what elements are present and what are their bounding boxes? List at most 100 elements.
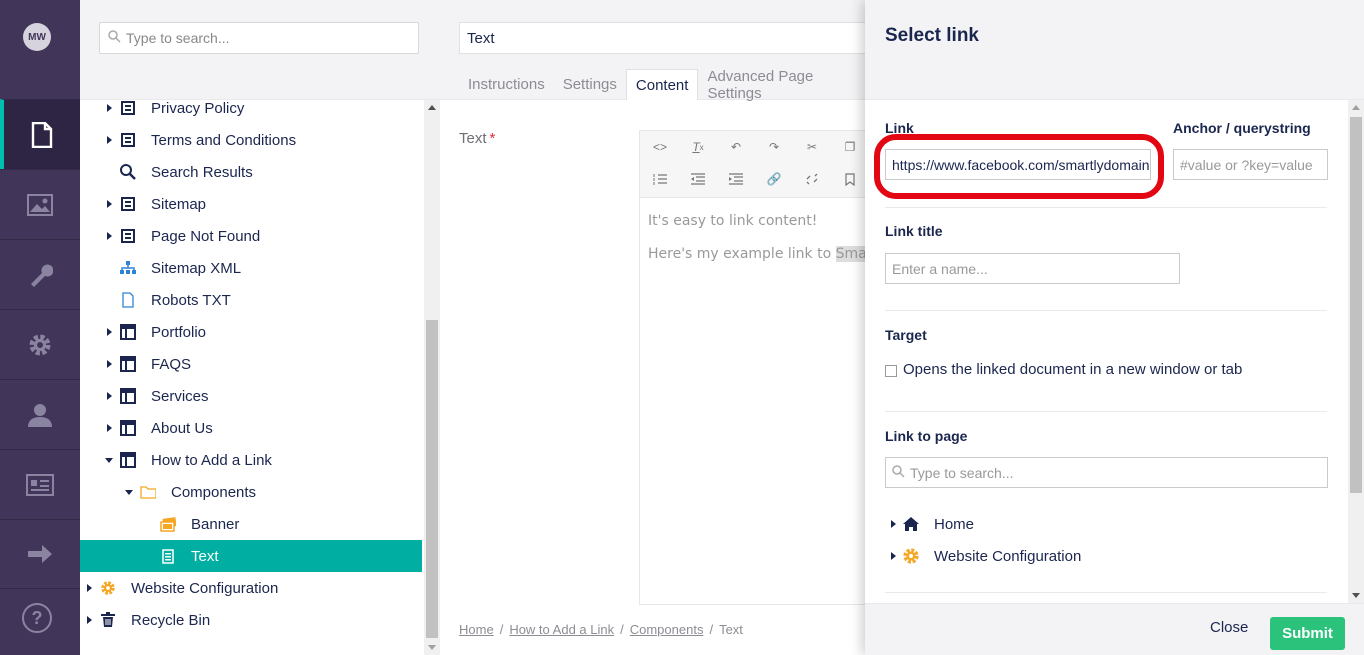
scrollbar-thumb[interactable]	[426, 320, 438, 638]
bookmark-icon[interactable]	[840, 169, 860, 189]
tree-search-input[interactable]: Type to search...	[99, 22, 419, 54]
breadcrumb-home[interactable]: Home	[459, 622, 494, 637]
rte-content[interactable]: It's easy to link content! Here's my exa…	[648, 213, 867, 279]
app: MW ? Type to search... Privacy Policy Te…	[0, 0, 1364, 655]
help-icon[interactable]: ?	[22, 603, 52, 633]
tree-node-sitemap[interactable]: Sitemap	[80, 188, 422, 220]
content-editor: Text Instructions Settings Content Advan…	[440, 0, 880, 655]
link-icon[interactable]: 🔗	[764, 169, 784, 189]
collapse-caret-icon[interactable]	[105, 457, 113, 463]
avatar[interactable]: MW	[23, 23, 51, 51]
nav-members[interactable]	[0, 449, 80, 519]
contact-card-icon	[26, 473, 54, 496]
expand-caret-icon[interactable]	[891, 520, 896, 528]
unlink-icon[interactable]	[802, 169, 822, 189]
tree-node-website-configuration[interactable]: Website Configuration	[80, 572, 422, 604]
page-node-website-configuration[interactable]: Website Configuration	[891, 544, 1081, 568]
expand-caret-icon[interactable]	[891, 552, 896, 560]
breadcrumb-current: Text	[719, 622, 743, 637]
expand-caret-icon[interactable]	[107, 328, 112, 336]
tree-node-services[interactable]: Services	[80, 380, 422, 412]
tree-node-search-results[interactable]: Search Results	[80, 156, 422, 188]
indent-icon[interactable]	[726, 169, 746, 189]
nav-developer[interactable]	[0, 239, 80, 309]
tab-settings[interactable]: Settings	[554, 69, 626, 100]
nav-settings[interactable]	[0, 309, 80, 379]
search-icon	[120, 164, 136, 180]
scroll-up-arrow-icon[interactable]	[428, 105, 436, 110]
tree-node-recycle-bin[interactable]: Recycle Bin	[80, 604, 422, 636]
page-search-input[interactable]: Type to search...	[885, 457, 1328, 488]
clear-format-icon[interactable]: Tx	[688, 137, 708, 157]
new-window-checkbox-label[interactable]: Opens the linked document in a new windo…	[903, 361, 1242, 378]
tree-node-faqs[interactable]: FAQS	[80, 348, 422, 380]
node-name-input[interactable]: Text	[459, 22, 879, 54]
user-icon	[27, 402, 53, 428]
undo-icon[interactable]: ↶	[726, 137, 746, 157]
nav-media[interactable]	[0, 169, 80, 239]
tree-node-robots-txt[interactable]: Robots TXT	[80, 284, 422, 316]
dialog-scrollbar[interactable]	[1348, 100, 1364, 603]
new-window-checkbox[interactable]	[885, 365, 897, 377]
redo-icon[interactable]: ↷	[764, 137, 784, 157]
tree-node-about-us[interactable]: About Us	[80, 412, 422, 444]
expand-caret-icon[interactable]	[87, 616, 92, 624]
scroll-down-arrow-icon[interactable]	[428, 645, 436, 650]
tree-node-label: Search Results	[151, 163, 253, 181]
tree-node-how-to-add-a-link[interactable]: How to Add a Link	[80, 444, 422, 476]
tab-instructions[interactable]: Instructions	[459, 69, 554, 100]
anchor-placeholder: #value or ?key=value	[1180, 156, 1313, 173]
tree-node-label: Recycle Bin	[131, 611, 211, 629]
tree-node-privacy-policy[interactable]: Privacy Policy	[80, 100, 422, 124]
close-button[interactable]: Close	[1210, 619, 1248, 636]
rich-text-editor[interactable]: <> Tx ↶ ↷ ✂ ❐ 🔗 It's easy to link conten…	[639, 130, 880, 605]
expand-caret-icon[interactable]	[107, 232, 112, 240]
expand-caret-icon[interactable]	[107, 136, 112, 144]
copy-icon[interactable]: ❐	[840, 137, 860, 157]
breadcrumb-components[interactable]: Components	[630, 622, 704, 637]
tree-node-sitemap-xml[interactable]: Sitemap XML	[80, 252, 422, 284]
expand-caret-icon[interactable]	[107, 200, 112, 208]
scroll-down-arrow-icon[interactable]	[1352, 593, 1360, 598]
scroll-up-arrow-icon[interactable]	[1352, 105, 1360, 110]
selected-link-text[interactable]: Sma	[835, 246, 867, 262]
tree-node-terms[interactable]: Terms and Conditions	[80, 124, 422, 156]
tree-node-portfolio[interactable]: Portfolio	[80, 316, 422, 348]
breadcrumb-how-to-add-a-link[interactable]: How to Add a Link	[509, 622, 614, 637]
arrow-right-icon	[27, 543, 53, 565]
layout-icon	[120, 452, 136, 468]
tree-node-components[interactable]: Components	[80, 476, 422, 508]
expand-caret-icon[interactable]	[107, 104, 112, 112]
tab-advanced-page-settings[interactable]: Advanced Page Settings	[698, 68, 865, 102]
tree-node-label: Privacy Policy	[151, 100, 245, 117]
ordered-list-icon[interactable]	[650, 169, 670, 189]
scrollbar-thumb[interactable]	[1350, 117, 1362, 493]
source-code-icon[interactable]: <>	[650, 137, 670, 157]
link-title-input[interactable]: Enter a name...	[885, 253, 1180, 284]
nav-forms[interactable]	[0, 519, 80, 589]
tree-node-banner[interactable]: Banner	[80, 508, 422, 540]
link-to-page-label: Link to page	[885, 428, 968, 444]
anchor-querystring-label: Anchor / querystring	[1173, 120, 1311, 136]
cut-icon[interactable]: ✂	[802, 137, 822, 157]
expand-caret-icon[interactable]	[107, 392, 112, 400]
text-doc-icon	[160, 548, 176, 564]
expand-caret-icon[interactable]	[107, 424, 112, 432]
nav-users[interactable]	[0, 379, 80, 449]
collapse-caret-icon[interactable]	[125, 489, 133, 495]
tree-node-label: Text	[191, 547, 219, 565]
tab-content[interactable]: Content	[625, 69, 699, 100]
nav-content[interactable]	[0, 99, 80, 169]
tree-scrollbar[interactable]	[424, 100, 440, 655]
page-icon	[120, 132, 136, 148]
submit-button[interactable]: Submit	[1270, 617, 1345, 650]
page-node-home[interactable]: Home	[891, 512, 974, 536]
outdent-icon[interactable]	[688, 169, 708, 189]
expand-caret-icon[interactable]	[87, 584, 92, 592]
anchor-querystring-input[interactable]: #value or ?key=value	[1173, 149, 1328, 180]
tree-node-text[interactable]: Text	[80, 540, 422, 572]
breadcrumb: Home / How to Add a Link / Components / …	[459, 622, 743, 637]
document-icon	[120, 292, 136, 308]
expand-caret-icon[interactable]	[107, 360, 112, 368]
tree-node-page-not-found[interactable]: Page Not Found	[80, 220, 422, 252]
